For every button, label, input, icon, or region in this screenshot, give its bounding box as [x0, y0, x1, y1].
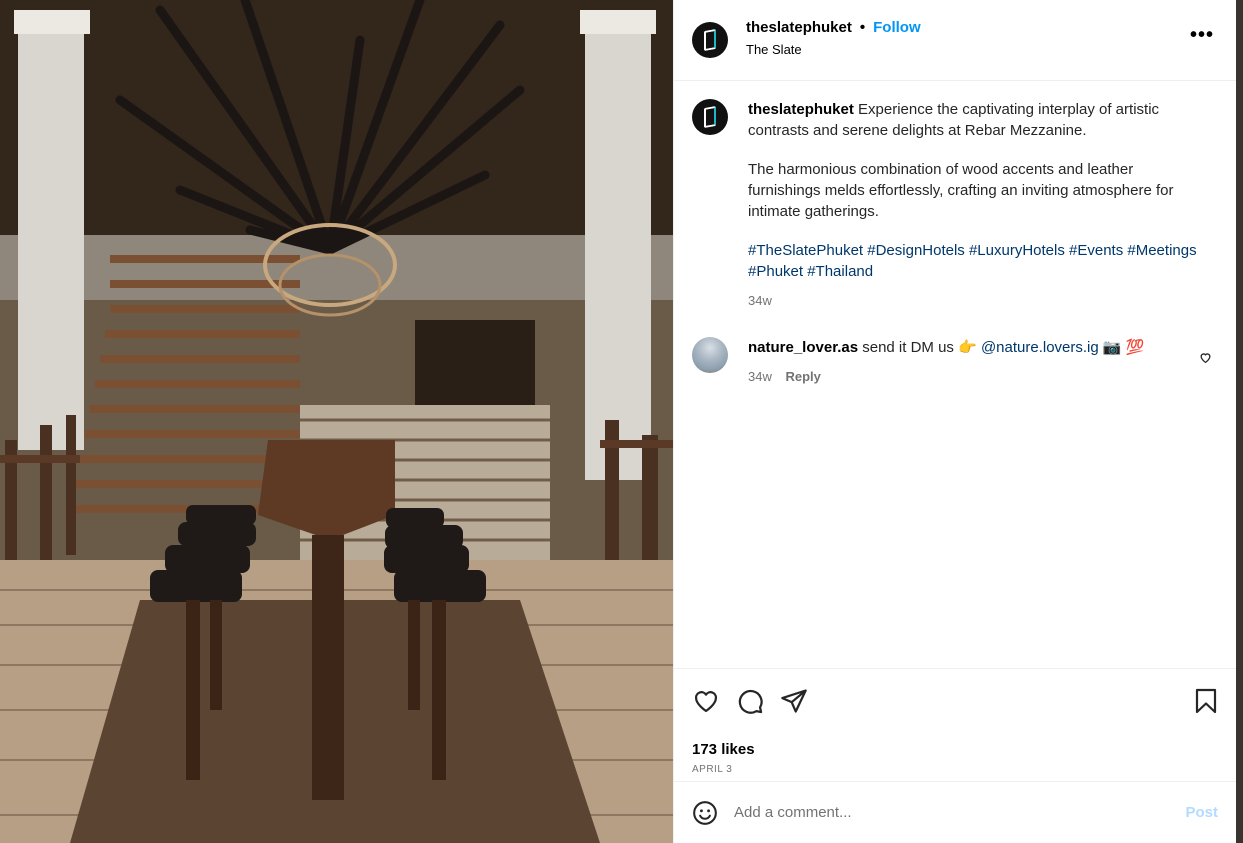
- location-link[interactable]: The Slate: [746, 42, 921, 57]
- comments-section[interactable]: theslatephuket Experience the captivatin…: [674, 81, 1236, 668]
- actions-bar: 173 likes APRIL 3: [674, 668, 1236, 781]
- like-heart-icon[interactable]: [692, 687, 720, 715]
- comment-like-heart-icon[interactable]: [1199, 351, 1212, 367]
- comment-time[interactable]: 34w: [748, 369, 772, 384]
- caption-paragraph-2: The harmonious combination of wood accen…: [748, 161, 1174, 220]
- emoji-icon[interactable]: [692, 800, 718, 826]
- post-image-drawing: [0, 0, 673, 843]
- post-date[interactable]: APRIL 3: [692, 764, 1218, 775]
- comment-item: nature_lover.as send it DM us 👉 @nature.…: [692, 337, 1218, 387]
- header-text: theslatephuket • Follow The Slate: [746, 19, 921, 57]
- add-comment-bar: Post: [674, 781, 1236, 843]
- caption: theslatephuket Experience the captivatin…: [692, 99, 1218, 311]
- commenter-avatar[interactable]: [692, 337, 728, 373]
- caption-username[interactable]: theslatephuket: [748, 101, 854, 118]
- post-panel: theslatephuket • Follow The Slate ••• th…: [673, 0, 1236, 843]
- header-row: theslatephuket • Follow: [746, 19, 921, 36]
- post-comment-button[interactable]: Post: [1185, 804, 1218, 821]
- header-separator: •: [859, 19, 866, 36]
- comment-meta: 34w Reply: [748, 366, 1198, 387]
- comment-username[interactable]: nature_lover.as: [748, 339, 858, 356]
- follow-button[interactable]: Follow: [873, 19, 921, 36]
- caption-body: theslatephuket Experience the captivatin…: [748, 99, 1198, 311]
- likes-count[interactable]: 173 likes: [692, 741, 1218, 758]
- comment-icon[interactable]: [736, 687, 764, 715]
- caption-time[interactable]: 34w: [748, 290, 1198, 311]
- action-icons: [692, 685, 1218, 717]
- add-comment-input[interactable]: [734, 804, 1186, 821]
- comment-mention[interactable]: @nature.lovers.ig: [981, 339, 1099, 356]
- backdrop-strip: [1236, 0, 1243, 843]
- post-image: [0, 0, 673, 843]
- header-username[interactable]: theslatephuket: [746, 19, 852, 36]
- more-options-icon[interactable]: •••: [1190, 25, 1214, 45]
- caption-avatar[interactable]: [692, 99, 728, 135]
- reply-button[interactable]: Reply: [785, 369, 820, 384]
- comment-body: nature_lover.as send it DM us 👉 @nature.…: [748, 337, 1198, 387]
- share-icon[interactable]: [780, 687, 808, 715]
- post-header: theslatephuket • Follow The Slate •••: [674, 0, 1236, 81]
- account-avatar[interactable]: [692, 22, 728, 58]
- caption-hashtags[interactable]: #TheSlatePhuket #DesignHotels #LuxuryHot…: [748, 240, 1198, 282]
- comment-emoji: 📷 💯: [1102, 339, 1145, 356]
- bookmark-icon[interactable]: [1194, 688, 1218, 717]
- comment-text: send it DM us 👉: [862, 339, 977, 356]
- caption-first-line: theslatephuket Experience the captivatin…: [748, 99, 1198, 141]
- comment-line: nature_lover.as send it DM us 👉 @nature.…: [748, 337, 1198, 358]
